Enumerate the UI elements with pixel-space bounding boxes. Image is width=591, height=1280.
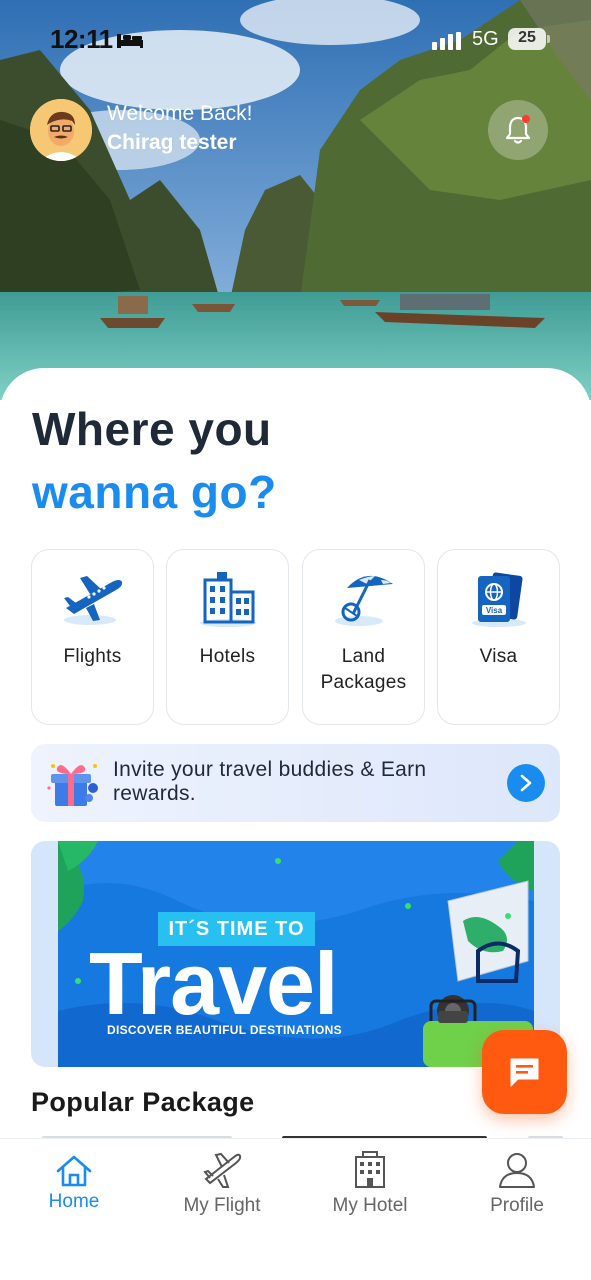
user-name: Chirag tester (107, 131, 237, 154)
beach-umbrella-icon (335, 575, 393, 626)
nav-label: My Flight (183, 1195, 261, 1216)
chat-bubble-icon (510, 1058, 539, 1087)
headline-line-1: Where you (32, 403, 272, 455)
category-flights[interactable]: Flights (31, 549, 154, 725)
chevron-right-icon (520, 774, 532, 792)
invite-text: Invite your travel buddies & Earn reward… (113, 758, 427, 805)
nav-my-hotel[interactable]: My Hotel (296, 1139, 444, 1239)
bottom-nav: Home My Flight My Hotel Profile (0, 1138, 591, 1280)
hotel-building-icon (200, 572, 256, 627)
banner-subtitle: DISCOVER BEAUTIFUL DESTINATIONS (107, 1023, 342, 1037)
category-land-packages[interactable]: Land Packages (302, 549, 425, 725)
person-icon (499, 1153, 535, 1188)
category-hotels[interactable]: Hotels (166, 549, 289, 725)
airplane-icon (203, 1152, 242, 1188)
network-type: 5G (472, 28, 499, 50)
home-icon (56, 1155, 92, 1187)
bell-icon (505, 115, 531, 144)
battery-level: 25 (518, 29, 536, 46)
hero-image (0, 0, 591, 400)
avatar[interactable] (30, 99, 92, 161)
nav-label: My Hotel (332, 1195, 408, 1216)
nav-label: Home (48, 1191, 100, 1212)
nav-home[interactable]: Home (0, 1139, 148, 1239)
battery-icon: 25 (508, 28, 550, 52)
signal-bars-icon (432, 32, 461, 50)
hotel-building-icon (355, 1151, 385, 1188)
chat-button[interactable] (482, 1030, 567, 1114)
popular-package-title: Popular Package (31, 1087, 255, 1117)
nav-my-flight[interactable]: My Flight (148, 1139, 296, 1239)
gift-icon (47, 764, 98, 806)
category-label: Visa (479, 646, 518, 667)
headline-line-2: wanna go? (32, 466, 277, 518)
notifications-button[interactable] (488, 100, 548, 160)
welcome-text: Welcome Back! (107, 102, 253, 125)
category-label: Flights (63, 646, 122, 667)
svg-text:Visa: Visa (486, 606, 503, 615)
nav-label: Profile (490, 1195, 544, 1216)
banner-title: Travel (89, 934, 338, 1033)
category-label: Hotels (199, 646, 256, 667)
passport-icon: Visa (472, 572, 526, 627)
airplane-icon (64, 576, 123, 625)
category-visa[interactable]: Visa Visa (437, 549, 560, 725)
avatar-illustration (30, 99, 92, 161)
status-bar: 12:11 5G 25 (0, 22, 591, 58)
clock: 12:11 (50, 24, 113, 54)
invite-banner[interactable]: Invite your travel buddies & Earn reward… (31, 744, 560, 822)
promo-banner[interactable]: IT´S TIME TO Travel DISCOVER BEAUTIFUL D… (31, 841, 560, 1067)
category-label: Land Packages (320, 646, 407, 693)
lagoon-scene (0, 0, 591, 400)
sleep-focus-icon (117, 34, 143, 48)
invite-arrow-button[interactable] (507, 764, 545, 802)
nav-profile[interactable]: Profile (443, 1139, 591, 1239)
